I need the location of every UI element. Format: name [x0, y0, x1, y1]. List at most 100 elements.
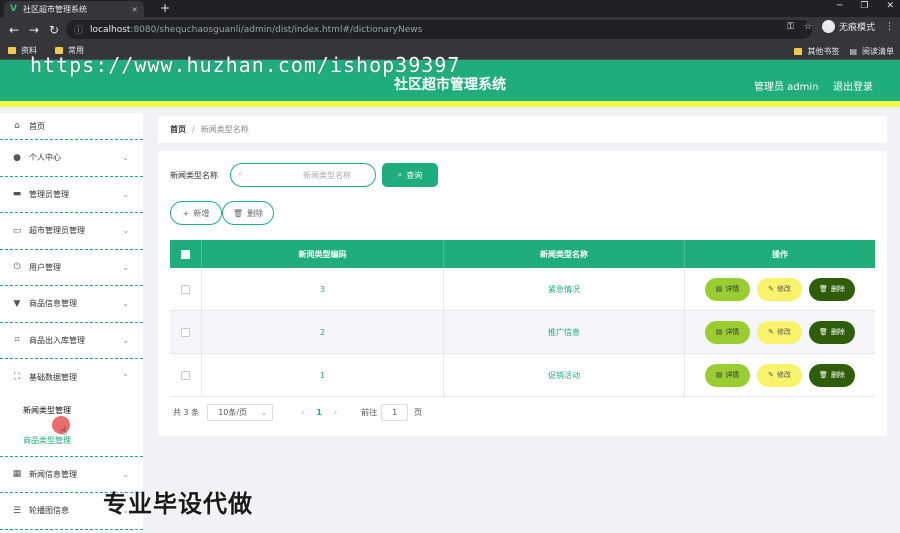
cell-code: 2	[202, 311, 444, 353]
card-icon: ▭	[12, 225, 22, 236]
delete-button[interactable]: 🗑 删除	[809, 363, 855, 387]
select-all-cell	[170, 240, 202, 268]
table-row: 1 促销活动 ▤ 详情 ✎ 修改 🗑 删除	[170, 354, 875, 397]
edit-icon: ✎	[768, 371, 774, 379]
hand-cursor-icon: ☝	[60, 424, 68, 438]
key-icon[interactable]: ⚿	[787, 22, 794, 32]
chevron-down-icon: ⌄	[260, 408, 268, 417]
vue-favicon-icon: V	[10, 4, 17, 14]
delete-button[interactable]: 🗑 删除	[809, 277, 855, 301]
row-checkbox[interactable]	[181, 370, 190, 380]
data-table: 新闻类型编码 新闻类型名称 操作 3 紧急情况 ▤ 详情 ✎ 修改 🗑 删除 2 推广…	[170, 240, 875, 397]
content-card: 新闻类型名称 ⌕ 新闻类型名称 ⌕ 查询 + 新增 🗑 删除 新闻类型编码 新闻…	[158, 151, 887, 436]
breadcrumb-home[interactable]: 首页	[170, 124, 186, 135]
detail-button[interactable]: ▤ 详情	[705, 320, 750, 344]
breadcrumb: 首页 / 新闻类型名称	[158, 116, 887, 143]
goto-input[interactable]: 1	[381, 404, 409, 421]
table-header: 新闻类型编码 新闻类型名称 操作	[170, 240, 875, 268]
browser-tab[interactable]: V 社区超市管理系统 ×	[4, 1, 144, 17]
sidebar-subitem-goods-type[interactable]: 商品类型管理	[0, 426, 143, 456]
incognito-badge[interactable]: 无痕模式	[821, 20, 875, 33]
detail-button[interactable]: ▤ 详情	[705, 363, 750, 387]
search-button[interactable]: ⌕ 查询	[382, 163, 438, 187]
chevron-down-icon: ⌄	[122, 189, 129, 199]
toolbar-right: ⚿ ☆ 无痕模式 ⋮	[787, 20, 894, 33]
browser-toolbar: ← → ↻ ⓘ localhost:8080/shequchaosguanli/…	[0, 17, 900, 42]
sidebar-item-basic-data[interactable]: ⛶ 基础数据管理 ⌃	[0, 359, 143, 396]
trash-icon: 🗑	[232, 208, 244, 218]
chevron-down-icon: ⌄	[122, 335, 129, 345]
prev-page-icon[interactable]: ‹	[301, 408, 304, 417]
crop-icon: ⌗	[14, 335, 20, 346]
star-icon[interactable]: ☆	[804, 22, 812, 32]
sidebar-item-market-admin[interactable]: ▭ 超市管理员管理 ⌄	[0, 213, 143, 250]
admin-icon: ▬	[12, 189, 22, 200]
minimize-icon[interactable]: ─	[837, 1, 842, 11]
chevron-down-icon: ⌄	[122, 299, 129, 309]
restore-icon[interactable]: ❐	[860, 1, 868, 11]
header-code[interactable]: 新闻类型编码	[202, 240, 444, 268]
sidebar-item-profile[interactable]: ● 个人中心 ⌄	[0, 140, 143, 177]
next-page-icon[interactable]: ›	[334, 408, 337, 417]
trash-icon: 🗑	[819, 328, 828, 336]
bookmarks-right: 其他书签 ▤ 阅读清单	[794, 46, 894, 57]
search-input[interactable]: ⌕ 新闻类型名称	[230, 163, 376, 187]
sidebar-item-users[interactable]: ⏻ 用户管理 ⌄	[0, 250, 143, 286]
folder-icon	[794, 48, 803, 55]
select-all-checkbox[interactable]	[181, 249, 190, 259]
pagination: 共 3 条 10条/页 ⌄ ‹ 1 › 前往 1 页	[173, 404, 422, 421]
cell-name: 推广信息	[444, 311, 685, 353]
cell-name: 促销活动	[444, 354, 685, 396]
edit-button[interactable]: ✎ 修改	[757, 320, 802, 344]
table-row: 2 推广信息 ▤ 详情 ✎ 修改 🗑 删除	[170, 311, 875, 354]
edit-icon: ✎	[768, 285, 774, 293]
tab-close-icon[interactable]: ×	[131, 5, 138, 14]
breadcrumb-separator: /	[192, 125, 195, 134]
edit-button[interactable]: ✎ 修改	[757, 277, 802, 301]
cell-code: 1	[202, 354, 444, 396]
menu-icon[interactable]: ⋮	[885, 22, 894, 32]
search-icon: ⌕	[238, 169, 244, 179]
sidebar-item-admin[interactable]: ▬ 管理员管理 ⌄	[0, 177, 143, 213]
close-window-icon[interactable]: ✕	[886, 1, 894, 11]
browser-tabstrip: V 社区超市管理系统 × + ─ ❐ ✕	[0, 0, 900, 17]
grid-icon: ▦	[12, 469, 22, 480]
header-name[interactable]: 新闻类型名称	[444, 240, 685, 268]
home-icon: ⌂	[14, 121, 20, 131]
page-number[interactable]: 1	[316, 408, 322, 417]
goto-suffix: 页	[414, 408, 423, 417]
page-size-select[interactable]: 10条/页 ⌄	[207, 404, 274, 421]
detail-icon: ▤	[715, 371, 723, 379]
detail-button[interactable]: ▤ 详情	[705, 277, 750, 301]
logout-link[interactable]: 退出登录	[833, 78, 873, 93]
reading-list[interactable]: ▤ 阅读清单	[849, 46, 894, 57]
forward-icon[interactable]: →	[28, 23, 40, 37]
search-placeholder: 新闻类型名称	[303, 171, 351, 180]
back-icon[interactable]: ←	[8, 23, 20, 37]
sidebar-item-stock[interactable]: ⌗ 商品出入库管理 ⌄	[0, 323, 143, 359]
edit-button[interactable]: ✎ 修改	[757, 363, 802, 387]
site-info-icon[interactable]: ⓘ	[74, 23, 83, 36]
row-checkbox[interactable]	[181, 284, 190, 294]
reload-icon[interactable]: ↻	[48, 23, 60, 37]
row-checkbox[interactable]	[181, 327, 190, 337]
cell-code: 3	[202, 268, 444, 310]
window-controls: ─ ❐ ✕	[837, 1, 894, 11]
trash-icon: 🗑	[819, 371, 828, 379]
other-bookmarks[interactable]: 其他书签	[794, 46, 839, 57]
breadcrumb-current: 新闻类型名称	[200, 125, 249, 134]
reading-list-icon: ▤	[849, 47, 857, 56]
batch-delete-button[interactable]: 🗑 删除	[222, 201, 274, 225]
plus-icon: +	[182, 208, 190, 218]
add-button[interactable]: + 新增	[170, 201, 222, 225]
chevron-down-icon: ⌄	[122, 153, 129, 163]
chevron-down-icon: ⌄	[122, 469, 129, 479]
new-tab-icon[interactable]: +	[160, 1, 170, 15]
sidebar-item-goods[interactable]: ▼ 商品信息管理 ⌄	[0, 286, 143, 323]
url-watermark: https://www.huzhan.com/ishop39397	[30, 53, 461, 77]
sidebar-subitem-news-type[interactable]: 新闻类型管理	[0, 396, 143, 426]
address-bar[interactable]: ⓘ localhost:8080/shequchaosguanli/admin/…	[66, 20, 812, 39]
sidebar-item-home[interactable]: ⌂ 首页	[0, 113, 143, 140]
current-user: 管理员 admin	[754, 82, 819, 93]
delete-button[interactable]: 🗑 删除	[809, 320, 855, 344]
